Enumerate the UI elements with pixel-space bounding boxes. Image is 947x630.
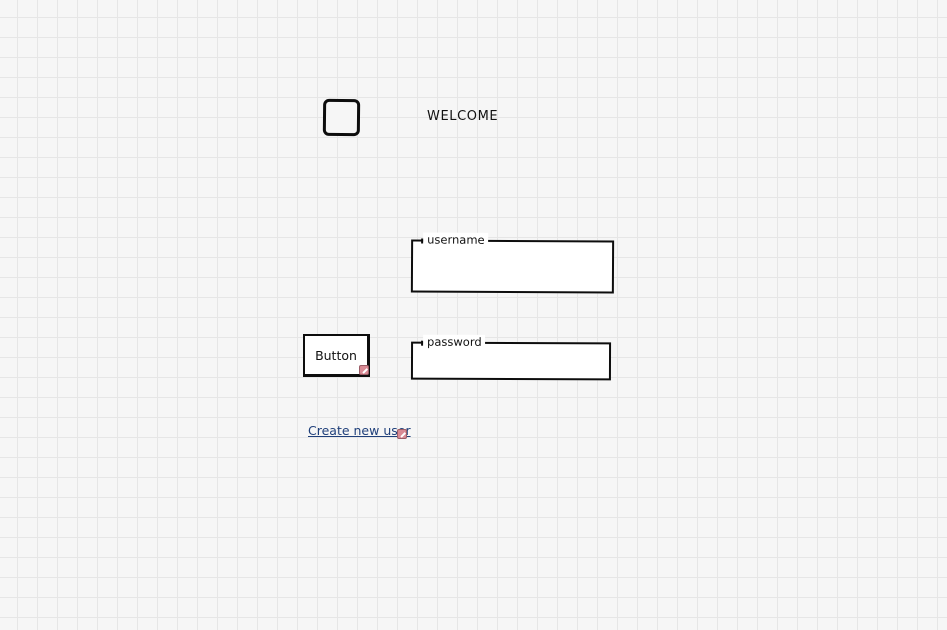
password-field[interactable]: password [410, 334, 612, 381]
password-label: password [423, 334, 485, 349]
link-indicator-icon [397, 429, 407, 439]
username-input[interactable] [418, 251, 607, 288]
checkbox-icon[interactable] [322, 98, 361, 137]
link-indicator-icon [359, 365, 369, 375]
password-input[interactable] [418, 353, 604, 375]
create-new-user-link[interactable]: Create new user [308, 423, 411, 438]
username-label: username [423, 232, 488, 247]
wireframe-canvas: WELCOME username Button password Create … [0, 0, 947, 630]
page-title: WELCOME [427, 109, 499, 124]
username-field[interactable]: username [410, 232, 615, 294]
